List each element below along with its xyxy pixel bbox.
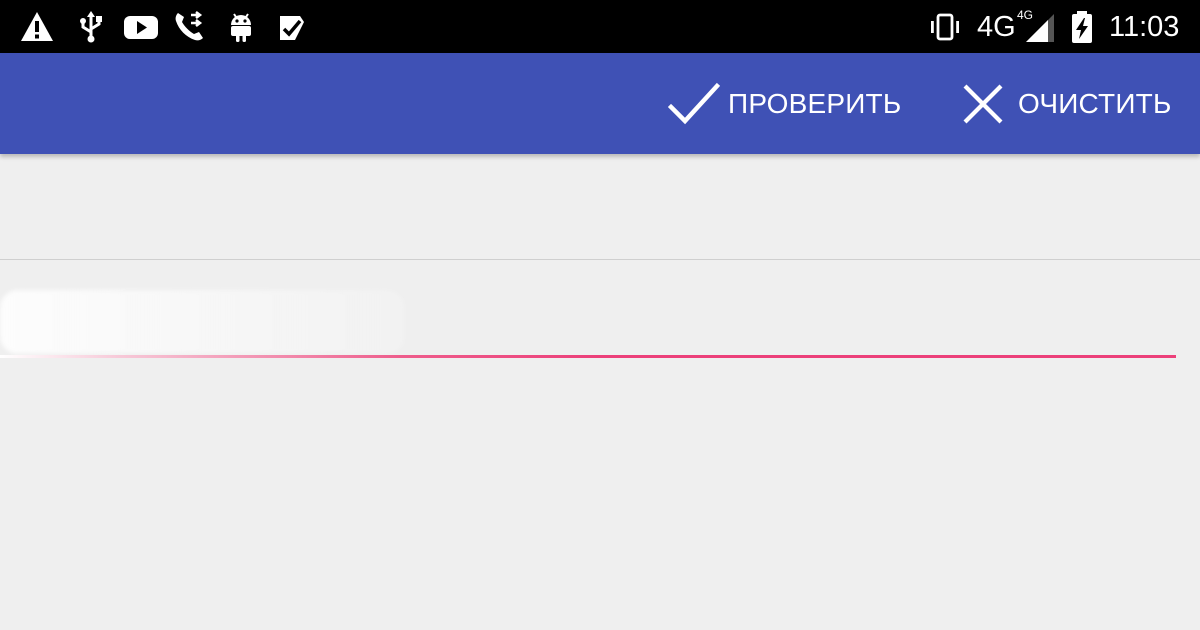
signal-icon — [1024, 14, 1054, 42]
android-icon — [224, 10, 258, 44]
clear-button[interactable]: ОЧИСТИТЬ — [962, 53, 1172, 154]
text-input-field[interactable] — [0, 284, 1176, 354]
text-input-container[interactable] — [0, 284, 1176, 364]
check-button[interactable]: ПРОВЕРИТЬ — [668, 53, 901, 154]
warning-icon — [20, 10, 54, 44]
status-bar: 4G 4G 11:03 — [0, 0, 1200, 53]
network-type-label: 4G — [977, 11, 1016, 43]
checkmark-icon — [668, 82, 720, 124]
clear-button-label: ОЧИСТИТЬ — [1018, 87, 1172, 119]
divider — [0, 259, 1200, 260]
youtube-icon — [123, 10, 159, 44]
check-button-label: ПРОВЕРИТЬ — [728, 87, 902, 119]
app-toolbar: ПРОВЕРИТЬ ОЧИСТИТЬ — [0, 53, 1200, 154]
battery-charging-icon — [1068, 10, 1096, 44]
phone-forward-icon — [172, 10, 206, 44]
tasks-icon — [275, 10, 309, 44]
clock-time: 11:03 — [1109, 11, 1180, 43]
input-underline — [0, 355, 1176, 358]
usb-icon — [74, 10, 108, 44]
close-icon — [963, 84, 1003, 123]
vibrate-icon — [928, 10, 962, 44]
